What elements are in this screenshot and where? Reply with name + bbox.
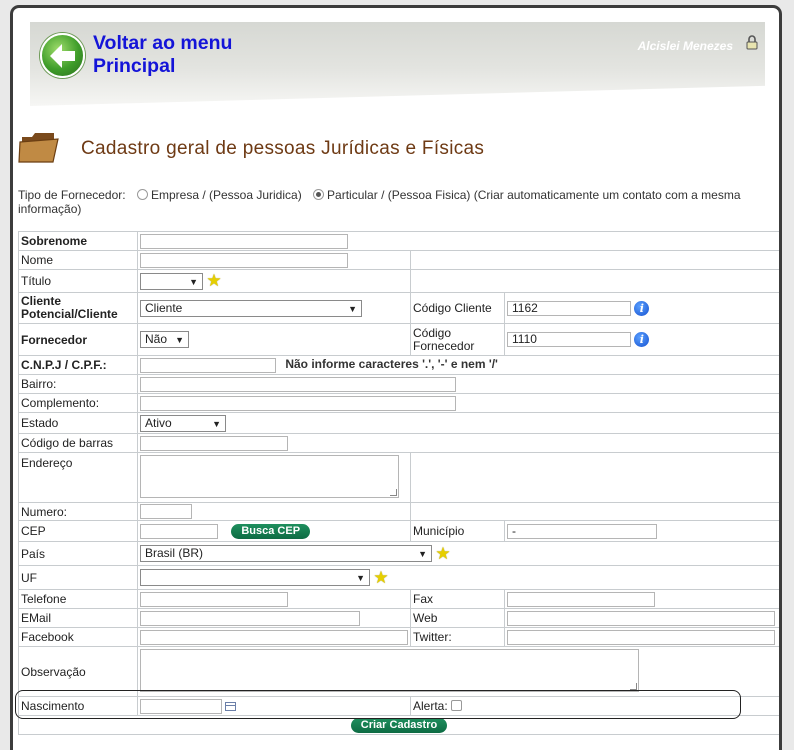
folder-icon: [18, 133, 59, 163]
fornecedor-select-value: Não: [145, 332, 168, 346]
codigo-fornecedor-input[interactable]: 1110: [507, 332, 631, 348]
cnpj-label: C.N.P.J / C.P.F.:: [18, 355, 138, 375]
municipio-label: Município: [410, 520, 505, 543]
titulo-select[interactable]: ▼: [140, 272, 203, 290]
twitter-label: Twitter:: [410, 627, 505, 648]
cliente-select-value: Cliente: [145, 300, 183, 315]
sobrenome-label: Sobrenome: [18, 231, 138, 251]
radio-empresa-label[interactable]: Empresa / (Pessoa Juridica): [151, 188, 302, 202]
cnpj-input[interactable]: [140, 357, 276, 373]
codigo-cliente-label: Código Cliente: [410, 292, 505, 324]
radio-empresa[interactable]: [136, 189, 148, 200]
fornecedor-label: Fornecedor: [18, 323, 138, 356]
back-link-line2[interactable]: Principal: [93, 55, 232, 78]
estado-label: Estado: [18, 412, 138, 434]
back-arrow-icon[interactable]: [40, 33, 85, 78]
star-icon[interactable]: ★: [373, 568, 388, 587]
numero-label: Numero:: [18, 501, 138, 522]
web-input[interactable]: [507, 610, 775, 626]
star-icon[interactable]: ★: [206, 271, 221, 290]
annotation-highlight: [15, 690, 741, 719]
nome-input[interactable]: [140, 252, 348, 268]
facebook-input[interactable]: [140, 629, 408, 645]
bairro-label: Bairro:: [18, 374, 138, 394]
info-icon[interactable]: i: [634, 300, 650, 316]
cnpj-hint: Não informe caracteres '.', '-' e nem '/…: [285, 357, 498, 372]
busca-cep-button[interactable]: Busca CEP: [231, 523, 311, 539]
fax-input[interactable]: [507, 591, 655, 607]
fax-label: Fax: [410, 589, 505, 610]
cliente-select[interactable]: Cliente ▼: [140, 299, 362, 317]
radio-particular[interactable]: [313, 189, 325, 200]
criar-cadastro-button[interactable]: Criar Cadastro: [350, 717, 448, 733]
cadastro-form: Sobrenome Nome Título ▼ ★ Cliente Potenc…: [18, 231, 779, 735]
telefone-label: Telefone: [18, 589, 138, 610]
lock-icon[interactable]: [746, 35, 758, 50]
municipio-input[interactable]: -: [507, 523, 657, 539]
endereco-label: Endereço: [18, 452, 138, 503]
back-link-line1[interactable]: Voltar ao menu: [93, 32, 232, 55]
user-name: Alcislei Menezes: [637, 39, 733, 53]
bairro-input[interactable]: [140, 376, 456, 392]
sobrenome-input[interactable]: [140, 233, 348, 249]
tipo-fornecedor-row: Tipo de Fornecedor: Empresa / (Pessoa Ju…: [18, 188, 778, 216]
star-icon[interactable]: ★: [435, 544, 450, 563]
uf-label: UF: [18, 565, 138, 591]
codigo-fornecedor-label: Código Fornecedor: [410, 323, 505, 356]
codigo-cliente-input[interactable]: 1162: [507, 300, 631, 316]
back-to-menu-link[interactable]: Voltar ao menu Principal: [93, 32, 232, 78]
tipo-fornecedor-label: Tipo de Fornecedor:: [18, 188, 126, 202]
pais-label: País: [18, 541, 138, 567]
cep-input[interactable]: [140, 523, 218, 539]
email-label: EMail: [18, 608, 138, 629]
page-title: Cadastro geral de pessoas Jurídicas e Fí…: [81, 138, 485, 159]
info-icon[interactable]: i: [634, 332, 650, 348]
codigo-barras-label: Código de barras: [18, 433, 138, 453]
estado-select[interactable]: Ativo ▼: [140, 414, 226, 432]
numero-input[interactable]: [140, 504, 192, 520]
email-input[interactable]: [140, 610, 360, 626]
pais-select[interactable]: Brasil (BR) ▼: [140, 545, 432, 563]
radio-particular-label[interactable]: Particular / (Pessoa Fisica) (Criar auto…: [18, 188, 741, 216]
uf-select[interactable]: ▼: [140, 569, 370, 587]
fornecedor-select[interactable]: Não ▼: [140, 331, 189, 348]
facebook-label: Facebook: [18, 627, 138, 648]
titulo-label: Título: [18, 269, 138, 293]
complemento-label: Complemento:: [18, 393, 138, 413]
twitter-input[interactable]: [507, 629, 775, 645]
web-label: Web: [410, 608, 505, 629]
pais-select-value: Brasil (BR): [145, 546, 204, 561]
estado-select-value: Ativo: [145, 415, 172, 430]
cep-label: CEP: [18, 520, 138, 543]
telefone-input[interactable]: [140, 591, 288, 607]
app-frame: Voltar ao menu Principal Alcislei Meneze…: [10, 5, 782, 750]
observacao-textarea[interactable]: [140, 648, 639, 692]
codigo-barras-input[interactable]: [140, 435, 288, 451]
cliente-label: Cliente Potencial/Cliente: [18, 292, 138, 324]
complemento-input[interactable]: [140, 395, 456, 411]
nome-label: Nome: [18, 250, 138, 270]
endereco-textarea[interactable]: [140, 454, 399, 498]
